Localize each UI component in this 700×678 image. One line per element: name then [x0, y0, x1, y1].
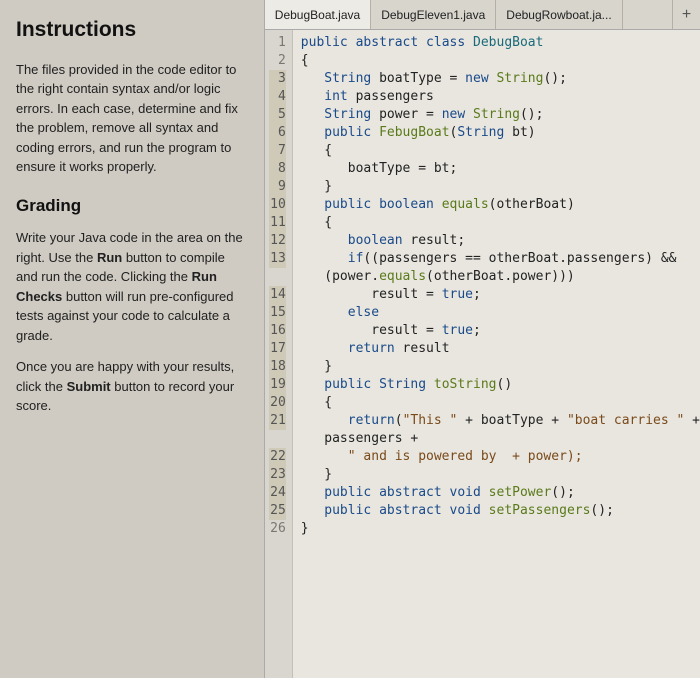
code-lines[interactable]: public abstract class DebugBoat{ String …: [293, 30, 700, 678]
line-number: 18: [269, 358, 286, 376]
line-number: 13: [269, 250, 286, 268]
code-line[interactable]: {: [301, 214, 700, 232]
code-line[interactable]: boolean result;: [301, 232, 700, 250]
add-tab-button[interactable]: +: [672, 0, 700, 29]
code-line[interactable]: (power.equals(otherBoat.power))): [301, 268, 700, 286]
run-label: Run: [97, 250, 122, 265]
line-number: 21: [269, 412, 286, 430]
line-number: 25: [269, 502, 286, 520]
code-line[interactable]: else: [301, 304, 700, 322]
line-gutter: 12345678910111213 1415161718192021 22232…: [265, 30, 293, 678]
code-line[interactable]: public boolean equals(otherBoat): [301, 196, 700, 214]
line-number: 19: [269, 376, 286, 394]
code-line[interactable]: public FebugBoat(String bt): [301, 124, 700, 142]
line-number: 5: [269, 106, 286, 124]
line-number: 11: [269, 214, 286, 232]
code-line[interactable]: boatType = bt;: [301, 160, 700, 178]
code-line[interactable]: String boatType = new String();: [301, 70, 700, 88]
code-line[interactable]: }: [301, 178, 700, 196]
line-number: 2: [269, 52, 286, 70]
editor-tab[interactable]: DebugRowboat.ja...: [496, 0, 622, 29]
code-line[interactable]: return result: [301, 340, 700, 358]
code-line[interactable]: public abstract void setPower();: [301, 484, 700, 502]
editor-tab[interactable]: DebugBoat.java: [265, 0, 371, 29]
line-number: [269, 430, 286, 448]
line-number: 22: [269, 448, 286, 466]
code-line[interactable]: {: [301, 394, 700, 412]
line-number: 1: [269, 34, 286, 52]
instructions-para-2: Write your Java code in the area on the …: [16, 228, 248, 345]
code-line[interactable]: public abstract void setPassengers();: [301, 502, 700, 520]
line-number: 20: [269, 394, 286, 412]
line-number: 7: [269, 142, 286, 160]
line-number: 24: [269, 484, 286, 502]
line-number: 3: [269, 70, 286, 88]
editor-panel: DebugBoat.javaDebugEleven1.javaDebugRowb…: [264, 0, 700, 678]
code-line[interactable]: result = true;: [301, 286, 700, 304]
line-number: 6: [269, 124, 286, 142]
editor-tab[interactable]: DebugEleven1.java: [371, 0, 496, 29]
code-editor[interactable]: 12345678910111213 1415161718192021 22232…: [265, 30, 700, 678]
line-number: 26: [269, 520, 286, 538]
editor-tabs: DebugBoat.javaDebugEleven1.javaDebugRowb…: [265, 0, 700, 30]
code-line[interactable]: if((passengers == otherBoat.passengers) …: [301, 250, 700, 268]
code-line[interactable]: {: [301, 142, 700, 160]
code-line[interactable]: }: [301, 466, 700, 484]
line-number: 12: [269, 232, 286, 250]
instructions-para-3: Once you are happy with your results, cl…: [16, 357, 248, 416]
line-number: 23: [269, 466, 286, 484]
line-number: 4: [269, 88, 286, 106]
line-number: 15: [269, 304, 286, 322]
code-line[interactable]: String power = new String();: [301, 106, 700, 124]
code-line[interactable]: public abstract class DebugBoat: [301, 34, 700, 52]
submit-label: Submit: [67, 379, 111, 394]
line-number: 9: [269, 178, 286, 196]
line-number: 8: [269, 160, 286, 178]
code-line[interactable]: public String toString(): [301, 376, 700, 394]
instructions-para-1: The files provided in the code editor to…: [16, 60, 248, 177]
code-line[interactable]: {: [301, 52, 700, 70]
instructions-title: Instructions: [16, 14, 248, 46]
code-line[interactable]: }: [301, 358, 700, 376]
code-line[interactable]: result = true;: [301, 322, 700, 340]
code-line[interactable]: return("This " + boatType + "boat carrie…: [301, 412, 700, 430]
instructions-panel: Instructions The files provided in the c…: [0, 0, 264, 678]
code-line[interactable]: passengers +: [301, 430, 700, 448]
code-line[interactable]: " and is powered by + power);: [301, 448, 700, 466]
line-number: 10: [269, 196, 286, 214]
code-line[interactable]: int passengers: [301, 88, 700, 106]
code-line[interactable]: }: [301, 520, 700, 538]
line-number: 17: [269, 340, 286, 358]
line-number: 14: [269, 286, 286, 304]
grading-title: Grading: [16, 193, 248, 219]
line-number: [269, 268, 286, 286]
line-number: 16: [269, 322, 286, 340]
